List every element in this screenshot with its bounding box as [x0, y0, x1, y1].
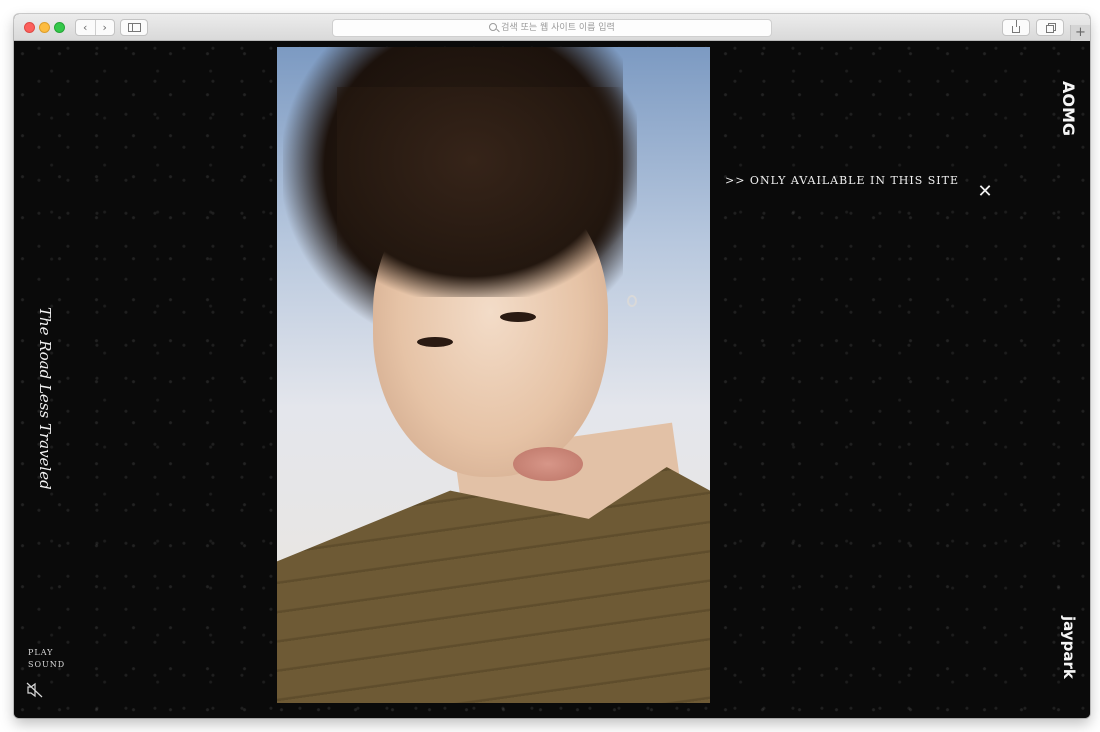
album-title: The Road Less Traveled — [36, 307, 54, 490]
speaker-muted-icon[interactable] — [26, 682, 44, 698]
artist-photo — [277, 47, 710, 703]
photo-lips — [513, 447, 583, 481]
photo-shirt — [277, 467, 710, 703]
sidebar-icon — [127, 23, 141, 32]
play-sound-button[interactable]: PLAY SOUND — [28, 647, 65, 671]
forward-button[interactable]: › — [96, 20, 115, 35]
share-icon — [1012, 20, 1020, 33]
photo-hair-front — [337, 87, 637, 297]
new-tab-button[interactable]: + — [1070, 25, 1090, 41]
play-sound-line2: SOUND — [28, 660, 66, 669]
play-sound-line1: PLAY — [28, 648, 54, 657]
search-icon — [489, 23, 498, 31]
page-content: The Road Less Traveled >> ONLY AVAILABLE… — [14, 41, 1090, 718]
minimize-window-button[interactable] — [39, 22, 50, 33]
browser-window: ‹ › 검색 또는 웹 사이트 이름 입력 + The Road Less Tr… — [14, 14, 1090, 718]
notice-text: >> ONLY AVAILABLE IN THIS SITE — [725, 174, 959, 187]
aomg-logo[interactable]: AOMG — [1058, 81, 1078, 143]
address-placeholder: 검색 또는 웹 사이트 이름 입력 — [501, 23, 615, 33]
photo-earring — [627, 295, 637, 307]
photo-eye-left — [417, 337, 453, 347]
close-icon[interactable]: ✕ — [976, 183, 994, 201]
back-button[interactable]: ‹ — [76, 20, 96, 35]
share-button[interactable] — [1002, 19, 1030, 36]
tabs-icon — [1046, 25, 1054, 33]
address-bar[interactable]: 검색 또는 웹 사이트 이름 입력 — [332, 19, 772, 37]
maximize-window-button[interactable] — [54, 22, 65, 33]
browser-toolbar: ‹ › 검색 또는 웹 사이트 이름 입력 + — [14, 14, 1090, 41]
photo-eye-right — [500, 312, 536, 322]
close-window-button[interactable] — [24, 22, 35, 33]
nav-buttons: ‹ › — [75, 19, 115, 36]
sidebar-toggle-button[interactable] — [120, 19, 148, 36]
show-tabs-button[interactable] — [1036, 19, 1064, 36]
jaypark-logo[interactable]: jaypark — [1058, 616, 1078, 696]
